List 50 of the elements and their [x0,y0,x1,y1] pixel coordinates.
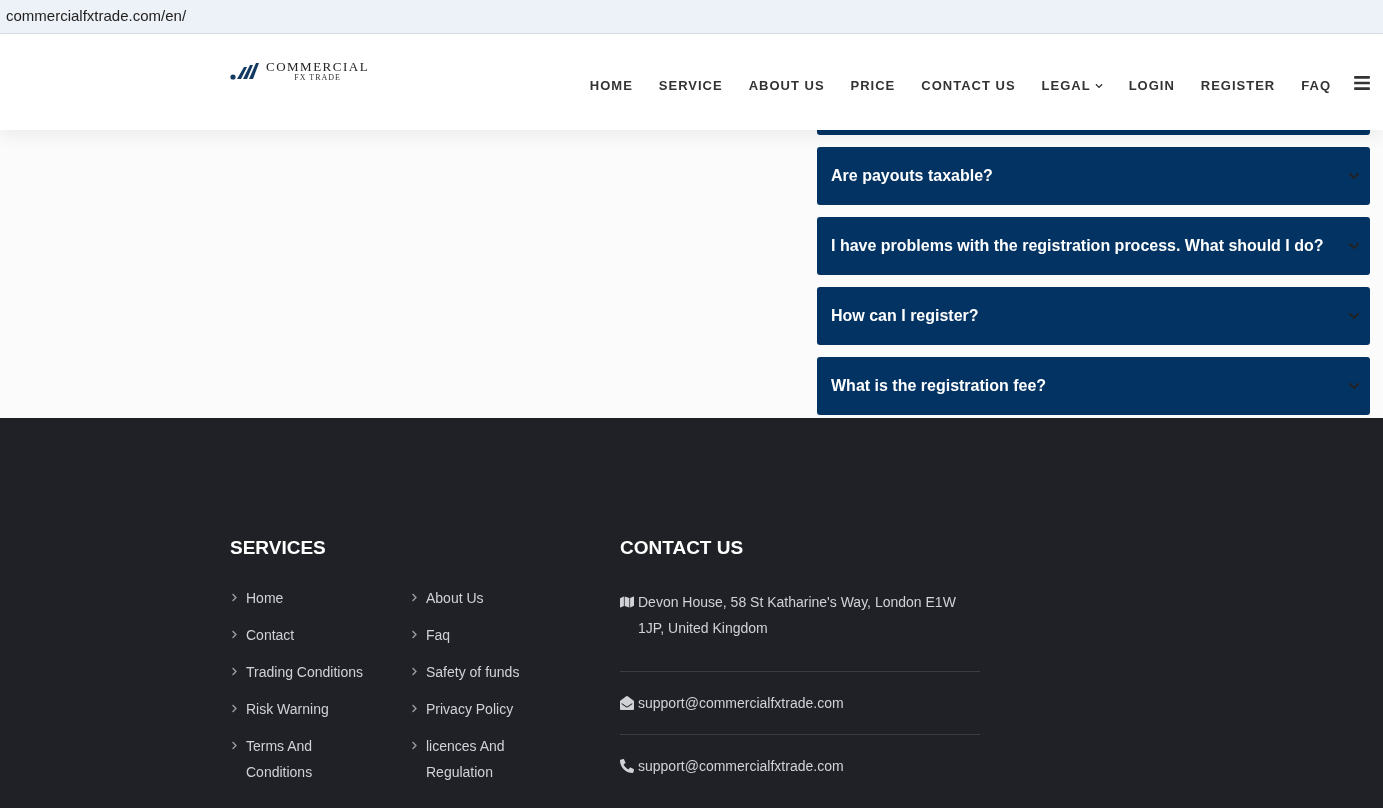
chevron-icon [230,630,239,639]
footer-link[interactable]: Terms And Conditions [246,733,371,785]
footer-link[interactable]: About Us [426,585,484,611]
map-icon [620,595,634,609]
chevron-icon [230,741,239,750]
nav-link[interactable]: PRICE [850,76,896,96]
envelope-icon [620,696,634,710]
nav-link[interactable]: HOME [589,76,633,96]
faq-accordion-item[interactable]: What is the registration fee? [817,357,1370,415]
footer-link[interactable]: Privacy Policy [426,696,514,722]
footer-link[interactable]: Faq [426,622,451,648]
chevron-icon [410,667,419,676]
chevron-icon [410,593,419,602]
chevron-icon [1348,380,1360,392]
contact-text: support@commercialfxtrade.com [638,694,844,713]
nav-link[interactable]: LEGAL [1041,76,1103,96]
url-text[interactable]: commercialfxtrade.com/en/ [6,5,187,28]
chevron-icon [230,593,239,602]
nav-link[interactable]: SERVICE [658,76,723,96]
nav-link[interactable]: REGISTER [1200,76,1276,96]
footer-link[interactable]: Safety of funds [426,659,520,685]
footer-link[interactable]: Home [246,585,284,611]
chevron-icon [410,704,419,713]
phone-icon [620,759,634,773]
faq-accordion-item[interactable]: I have problems with the registration process. What should I do? [817,217,1370,275]
chevron-icon [230,667,239,676]
nav-link[interactable]: LOGIN [1128,76,1175,96]
contact-text: Devon House, 58 St Katharine's Way, London E1W 1JP, United Kingdom [638,593,957,638]
chevron-icon [410,630,419,639]
contact-heading: CONTACT US [620,538,745,557]
contact-text: support@commercialfxtrade.com [638,757,844,776]
chevron-icon [1348,240,1360,252]
footer-link[interactable]: Trading Conditions [246,659,363,685]
footer-link[interactable]: licences And Regulation [426,733,551,785]
menu-icon[interactable] [1353,73,1371,92]
faq-accordion-item[interactable]: Are payouts taxable? [817,147,1370,205]
nav-link[interactable]: CONTACT US [921,76,1016,96]
services-heading: SERVICES [230,538,327,557]
chevron-icon [1348,170,1360,182]
logo-name: COMMERCIAL [266,60,370,73]
logo-tagline: FX TRADE [294,74,341,82]
footer-link[interactable]: Risk Warning [246,696,329,722]
faq-accordion-item[interactable]: How can I register? [817,287,1370,345]
caret-icon [1094,81,1103,90]
nav-link[interactable]: ABOUT US [748,76,825,96]
footer-link[interactable]: Contact [246,622,295,648]
chevron-icon [1348,310,1360,322]
chevron-icon [410,741,419,750]
nav-link[interactable]: FAQ [1301,76,1331,96]
chevron-icon [230,704,239,713]
